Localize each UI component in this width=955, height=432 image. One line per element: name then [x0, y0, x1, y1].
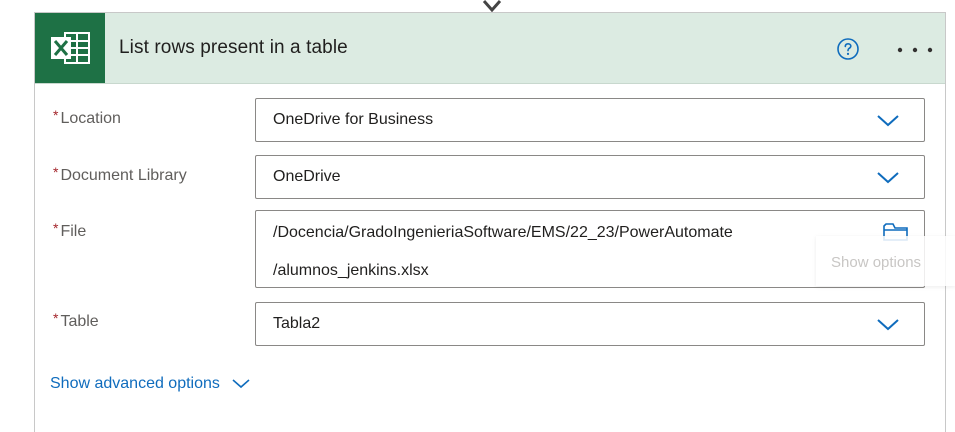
- table-label: * Table: [53, 310, 99, 331]
- table-value: Tabla2: [273, 315, 321, 332]
- chevron-down-icon[interactable]: [876, 114, 900, 128]
- location-label-text: Location: [60, 110, 121, 127]
- file-path-line2: /alumnos_jenkins.xlsx: [273, 262, 429, 279]
- file-label: * File: [53, 220, 86, 241]
- document-library-value: OneDrive: [273, 168, 341, 185]
- tooltip-text: Show options: [831, 254, 922, 271]
- chevron-down-icon[interactable]: [876, 318, 900, 332]
- required-marker: *: [53, 164, 59, 180]
- show-advanced-options-link[interactable]: Show advanced options: [50, 375, 250, 393]
- more-dots-icon[interactable]: [897, 47, 933, 53]
- document-library-label-text: Document Library: [60, 167, 187, 184]
- file-label-text: File: [60, 223, 87, 240]
- location-label: * Location: [53, 107, 121, 128]
- flow-designer-canvas: List rows present in a table * Location O…: [0, 0, 955, 432]
- help-circle-icon[interactable]: [836, 37, 860, 61]
- chevron-down-icon[interactable]: [876, 171, 900, 185]
- action-title: List rows present in a table: [119, 37, 348, 58]
- document-library-label: * Document Library: [53, 164, 187, 185]
- excel-icon: [35, 13, 105, 83]
- location-value: OneDrive for Business: [273, 111, 434, 128]
- show-options-tooltip: Show options: [816, 236, 955, 286]
- action-card: List rows present in a table * Location O…: [34, 12, 946, 432]
- required-marker: *: [53, 220, 59, 236]
- required-marker: *: [53, 310, 59, 326]
- table-label-text: Table: [60, 313, 99, 330]
- chevron-down-icon: [232, 379, 250, 388]
- location-dropdown[interactable]: OneDrive for Business: [255, 98, 925, 142]
- table-dropdown[interactable]: Tabla2: [255, 302, 925, 346]
- required-marker: *: [53, 107, 59, 123]
- document-library-dropdown[interactable]: OneDrive: [255, 155, 925, 199]
- card-header[interactable]: List rows present in a table: [35, 13, 945, 84]
- file-path-line1: /Docencia/GradoIngenieriaSoftware/EMS/22…: [273, 224, 733, 241]
- show-advanced-options-label: Show advanced options: [50, 375, 220, 392]
